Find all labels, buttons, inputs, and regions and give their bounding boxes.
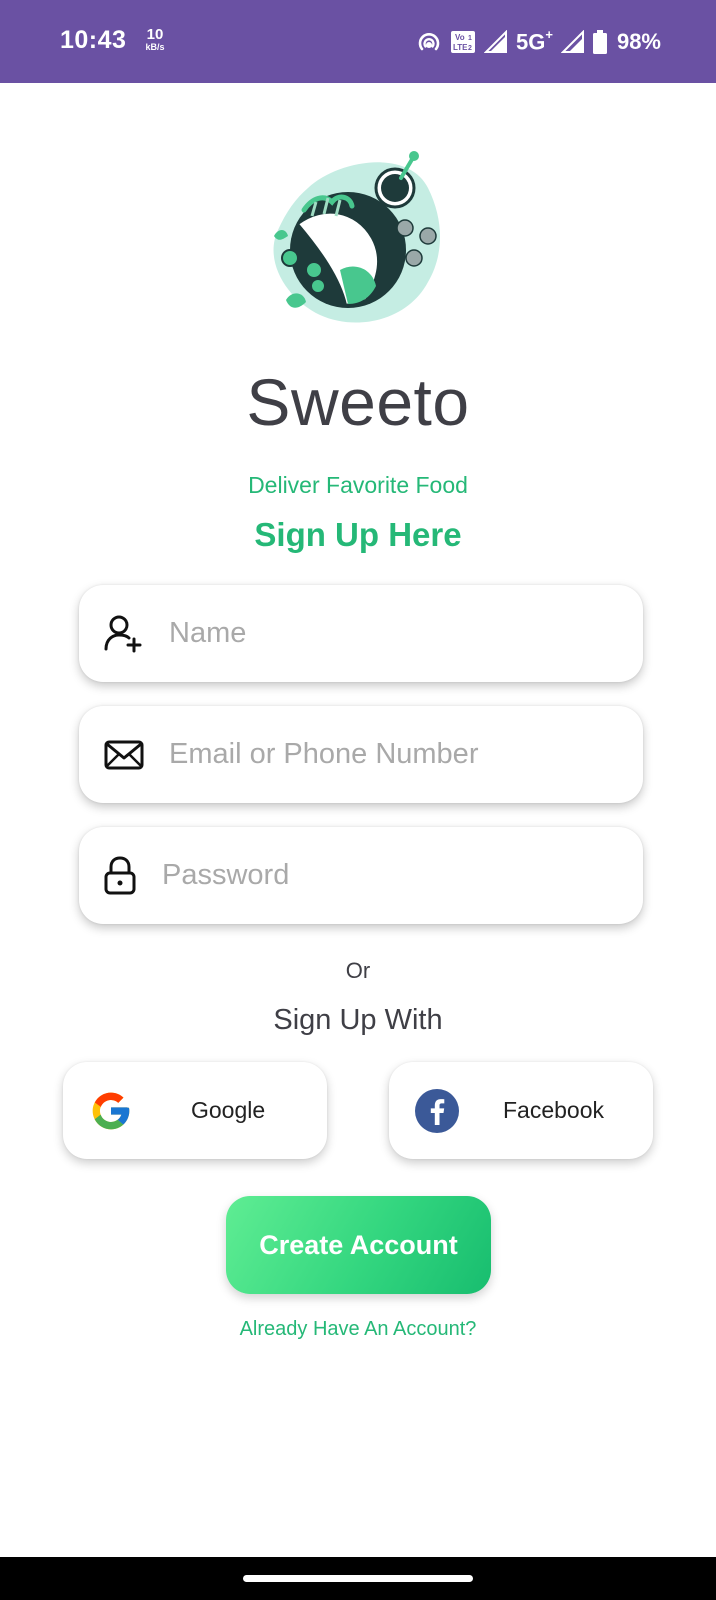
- system-navigation-bar: [0, 1557, 716, 1600]
- name-input[interactable]: [169, 585, 589, 682]
- status-icons: Vo LTE 1 2 5G+ 98%: [416, 27, 661, 57]
- status-bar: 10:43 10 kB/s Vo LTE 1 2 5G+ 98%: [0, 0, 716, 83]
- lock-icon: [104, 856, 136, 895]
- svg-text:2: 2: [468, 45, 472, 52]
- app-title: Sweeto: [246, 365, 470, 439]
- password-field-container: [79, 827, 643, 924]
- signal-strength-icon-2: [560, 30, 584, 53]
- home-gesture-handle[interactable]: [243, 1575, 473, 1582]
- app-tagline: Deliver Favorite Food: [248, 472, 468, 498]
- password-input[interactable]: [162, 827, 582, 924]
- facebook-logo-icon: [415, 1089, 459, 1133]
- svg-text:Vo: Vo: [455, 33, 465, 42]
- status-time: 10:43: [60, 26, 127, 54]
- svg-text:1: 1: [468, 35, 472, 42]
- hotspot-icon: [418, 33, 440, 51]
- network-type: 5G+: [516, 26, 553, 55]
- network-speed: 10 kB/s: [142, 27, 168, 52]
- network-type-plus: +: [545, 26, 553, 42]
- signup-with-label: Sign Up With: [273, 1004, 443, 1036]
- battery-icon: [592, 30, 607, 54]
- google-logo-icon: [92, 1092, 130, 1130]
- or-divider-text: Or: [345, 958, 371, 983]
- email-input[interactable]: [169, 706, 589, 803]
- network-speed-value: 10: [146, 26, 164, 43]
- signup-heading: Sign Up Here: [254, 516, 462, 553]
- food-illustration-logo: [273, 151, 440, 323]
- name-field-container: [79, 585, 643, 682]
- google-button-label: Google: [191, 1097, 266, 1123]
- user-plus-icon: [104, 615, 142, 653]
- svg-text:LTE: LTE: [453, 43, 468, 52]
- google-signup-button[interactable]: Google: [63, 1062, 327, 1159]
- battery-percentage: 98%: [616, 29, 661, 54]
- signal-strength-icon: [484, 30, 507, 53]
- facebook-signup-button[interactable]: Facebook: [389, 1062, 653, 1159]
- envelope-icon: [104, 740, 144, 770]
- create-account-button[interactable]: Create Account: [226, 1196, 491, 1294]
- facebook-button-label: Facebook: [503, 1097, 605, 1123]
- network-speed-unit: kB/s: [145, 42, 165, 52]
- already-have-account-link[interactable]: Already Have An Account?: [0, 1318, 716, 1341]
- volte-icon: Vo LTE 1 2: [451, 31, 475, 53]
- email-field-container: [79, 706, 643, 803]
